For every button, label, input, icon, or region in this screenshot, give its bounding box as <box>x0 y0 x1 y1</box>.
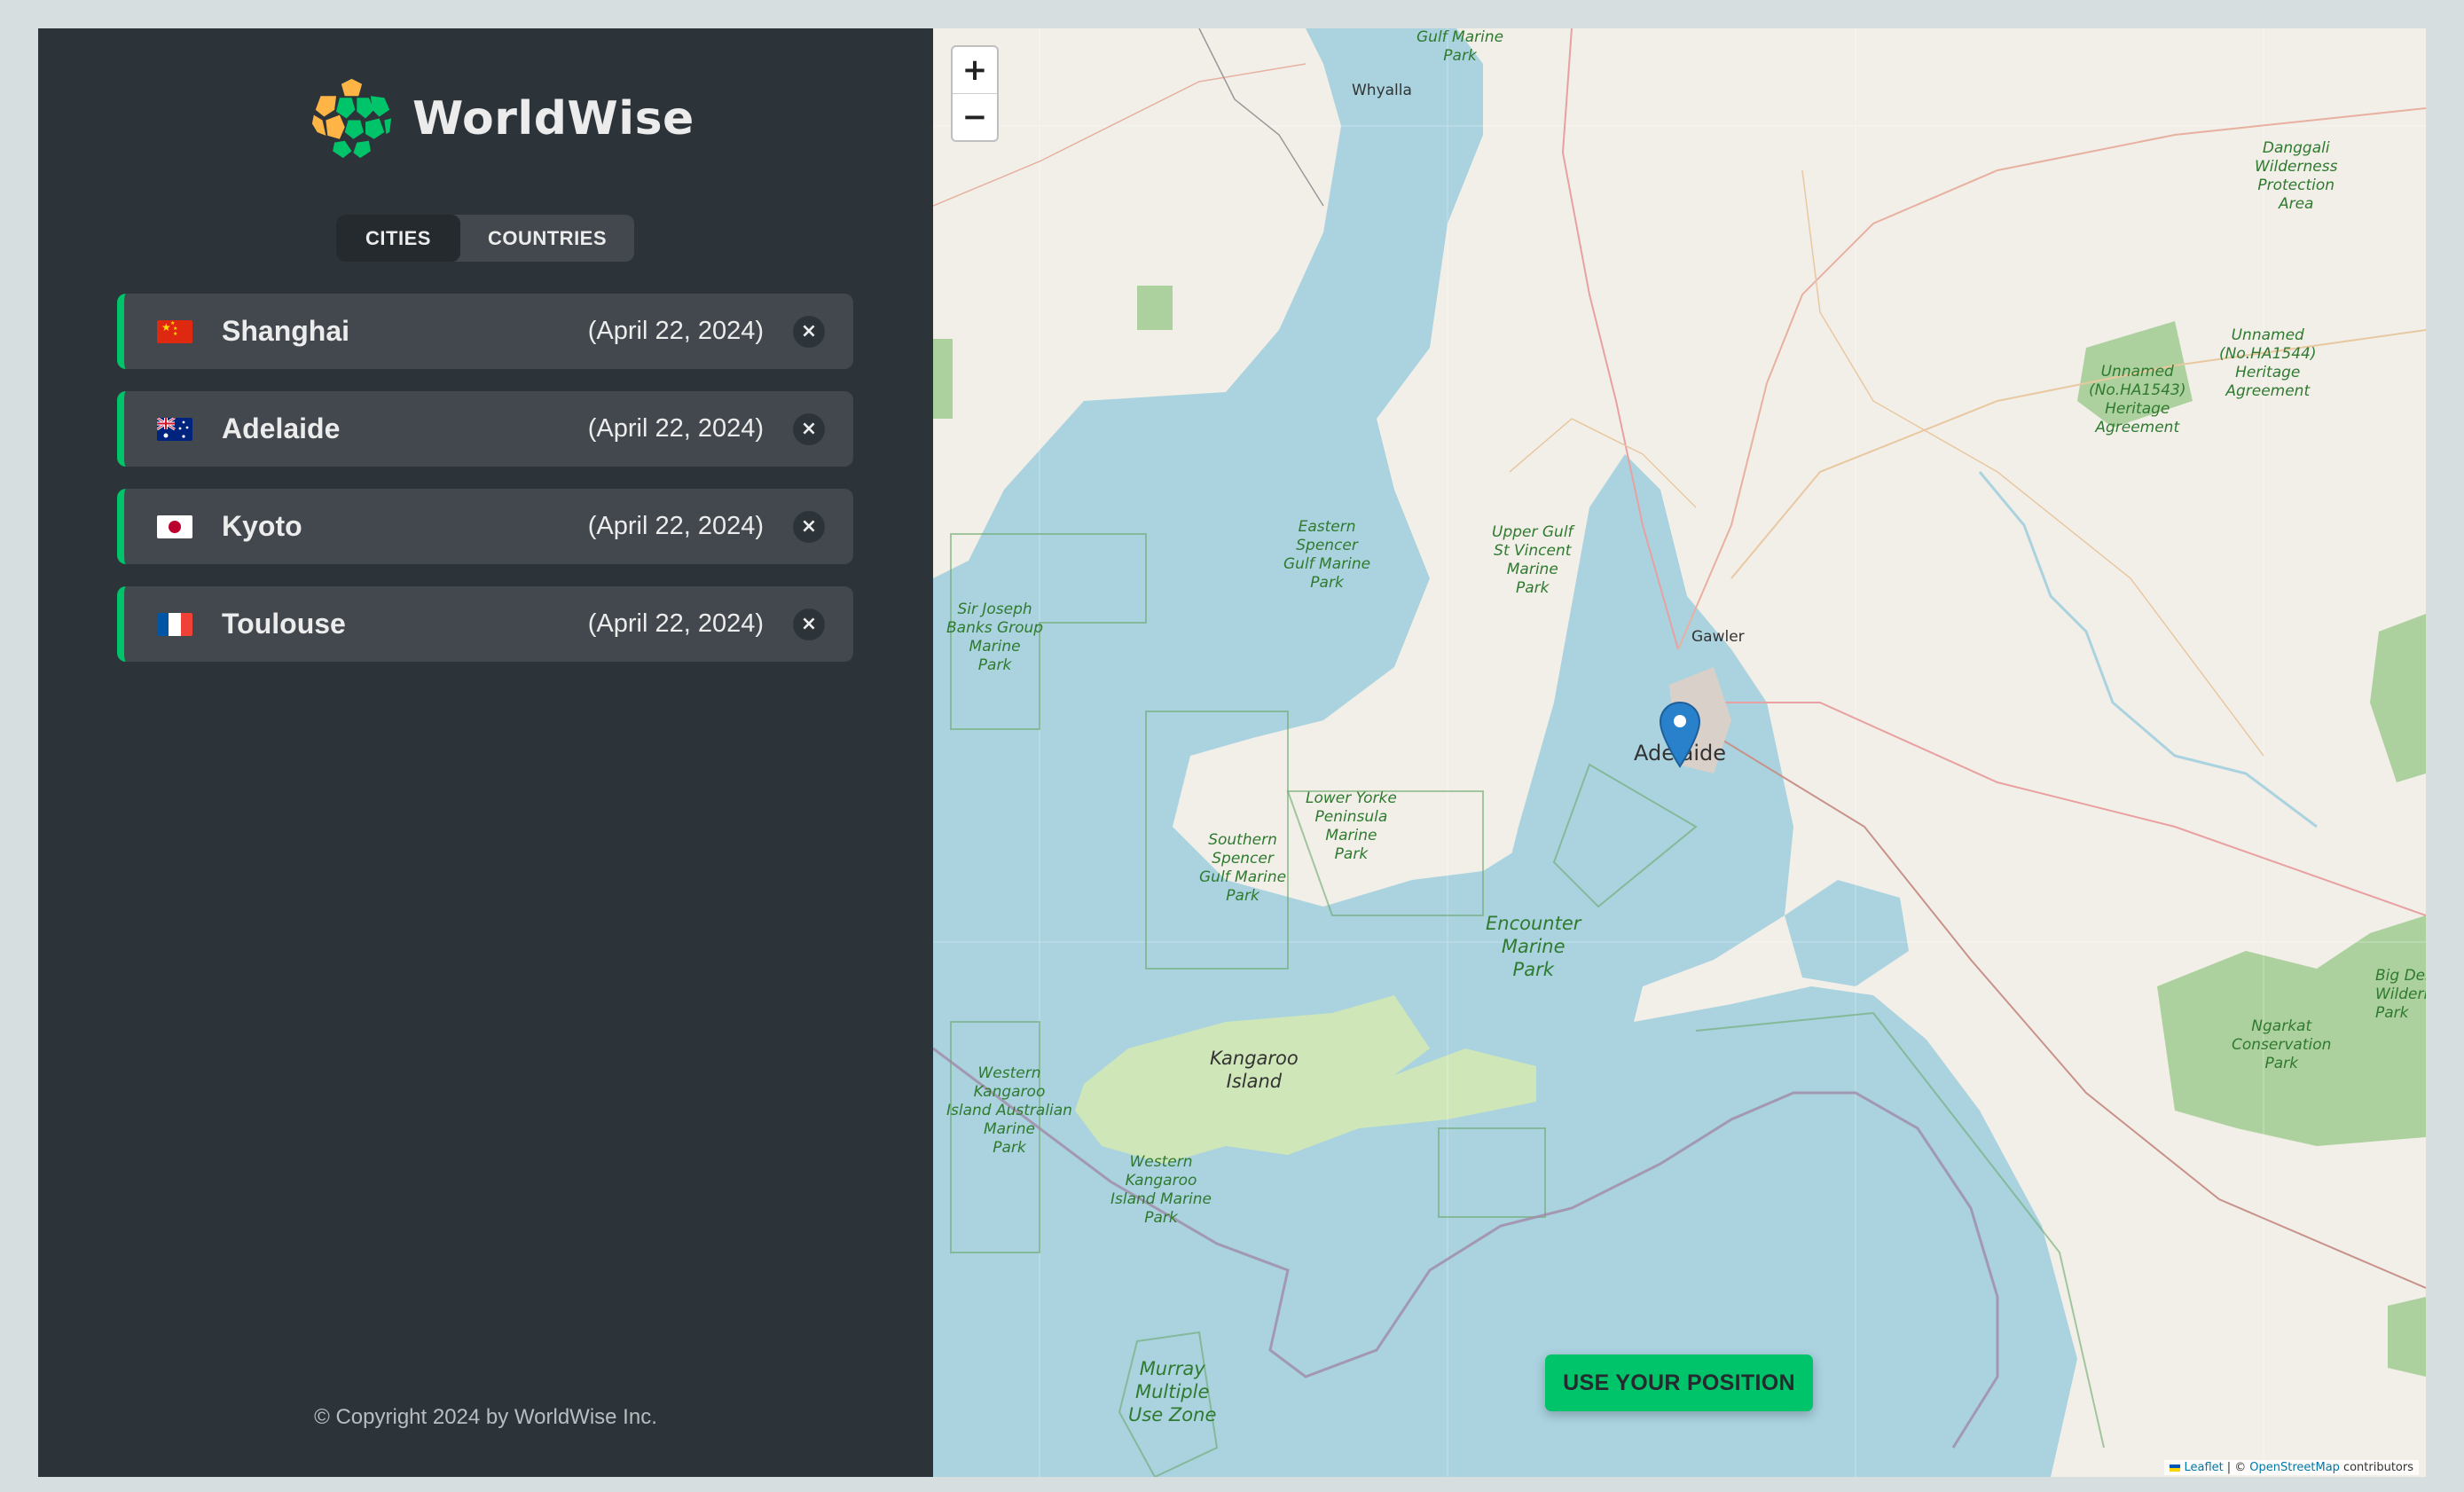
ukraine-flag-icon <box>2170 1464 2181 1472</box>
japan-flag-icon <box>157 514 192 538</box>
city-item-adelaide[interactable]: Adelaide (April 22, 2024) × <box>117 391 853 467</box>
city-date: (April 22, 2024) <box>587 609 764 638</box>
map-label-unnamed-1543: Unnamed (No.HA1543) Heritage Agreement <box>2089 363 2186 436</box>
use-position-button[interactable]: USE YOUR POSITION <box>1545 1355 1813 1411</box>
map-attribution: Leaflet | © OpenStreetMap contributors <box>2164 1460 2419 1475</box>
city-name: Shanghai <box>222 315 350 347</box>
city-date: (April 22, 2024) <box>587 317 764 345</box>
tab-switcher: CITIES COUNTRIES <box>336 215 634 262</box>
delete-city-button[interactable]: × <box>793 608 825 640</box>
map-label-southern-spencer: Southern Spencer Gulf Marine Park <box>1199 831 1287 905</box>
city-date: (April 22, 2024) <box>587 512 764 540</box>
city-item-kyoto[interactable]: Kyoto (April 22, 2024) × <box>117 489 853 564</box>
map-label-western-kangaroo: Western Kangaroo Island Australian Marin… <box>946 1064 1072 1157</box>
map-label-murray: Murray Multiple Use Zone <box>1128 1358 1217 1425</box>
tab-countries[interactable]: COUNTRIES <box>460 215 634 262</box>
australia-flag-icon <box>157 417 192 441</box>
map-label-kangaroo-island: Kangaroo Island <box>1210 1048 1299 1092</box>
map-label-unnamed-1544: Unnamed (No.HA1544) Heritage Agreement <box>2219 326 2317 400</box>
city-name: Adelaide <box>222 412 341 444</box>
zoom-in-button[interactable]: + <box>953 47 997 94</box>
zoom-out-button[interactable]: − <box>953 94 997 140</box>
map-label-ngarkat: Ngarkat Conservation Park <box>2232 1017 2332 1072</box>
globe-logo-icon <box>310 76 394 161</box>
delete-city-button[interactable]: × <box>793 510 825 543</box>
city-item-toulouse[interactable]: Toulouse (April 22, 2024) × <box>117 586 853 662</box>
app-name: WorldWise <box>412 91 694 145</box>
map-label-sir-joseph: Sir Joseph Banks Group Marine Park <box>946 601 1044 674</box>
openstreetmap-link[interactable]: OpenStreetMap <box>2249 1461 2340 1474</box>
attribution-separator: | © <box>2226 1461 2247 1474</box>
city-item-shanghai[interactable]: ★ ★ ★ ★ Shanghai (April 22, 2024) × <box>117 294 853 369</box>
map-label-gulf-marine-park: Gulf Marine Park <box>1416 28 1504 65</box>
map-label-whyalla: Whyalla <box>1352 82 1412 99</box>
copyright-footer: © Copyright 2024 by WorldWise Inc. <box>314 1405 657 1429</box>
map-label-western-kangaroo-2: Western Kangaroo Island Marine Park <box>1110 1153 1212 1227</box>
map-label-encounter: Encounter Marine Park <box>1486 913 1581 980</box>
city-date: (April 22, 2024) <box>587 414 764 443</box>
logo[interactable]: WorldWise <box>309 75 694 161</box>
map-label-danggali: Danggali Wilderness Protection Area <box>2255 139 2338 213</box>
delete-city-button[interactable]: × <box>793 315 825 348</box>
app-root: WorldWise CITIES COUNTRIES ★ ★ ★ ★ Shang… <box>38 28 2426 1477</box>
map-label-big-desert: Big Des Wildern Park <box>2375 967 2426 1022</box>
zoom-control: + − <box>951 45 999 142</box>
tab-cities[interactable]: CITIES <box>336 215 460 262</box>
city-list: ★ ★ ★ ★ Shanghai (April 22, 2024) × Adel… <box>117 294 853 684</box>
map-marker-icon[interactable] <box>1659 701 1701 768</box>
map-label-eastern-spencer: Eastern Spencer Gulf Marine Park <box>1283 518 1371 592</box>
leaflet-link[interactable]: Leaflet <box>2184 1461 2223 1474</box>
sidebar: WorldWise CITIES COUNTRIES ★ ★ ★ ★ Shang… <box>38 28 933 1477</box>
city-name: Kyoto <box>222 510 302 542</box>
france-flag-icon <box>157 612 192 636</box>
map-label-lower-yorke: Lower Yorke Peninsula Marine Park <box>1306 789 1397 863</box>
map-label-upper-gulf: Upper Gulf St Vincent Marine Park <box>1492 523 1573 597</box>
china-flag-icon: ★ ★ ★ ★ <box>157 319 192 343</box>
map-container[interactable]: Gulf Marine Park Whyalla Danggali Wilder… <box>933 28 2426 1477</box>
attribution-contributors: contributors <box>2342 1461 2413 1474</box>
city-name: Toulouse <box>222 608 346 640</box>
delete-city-button[interactable]: × <box>793 412 825 445</box>
map-label-gawler: Gawler <box>1691 628 1745 646</box>
